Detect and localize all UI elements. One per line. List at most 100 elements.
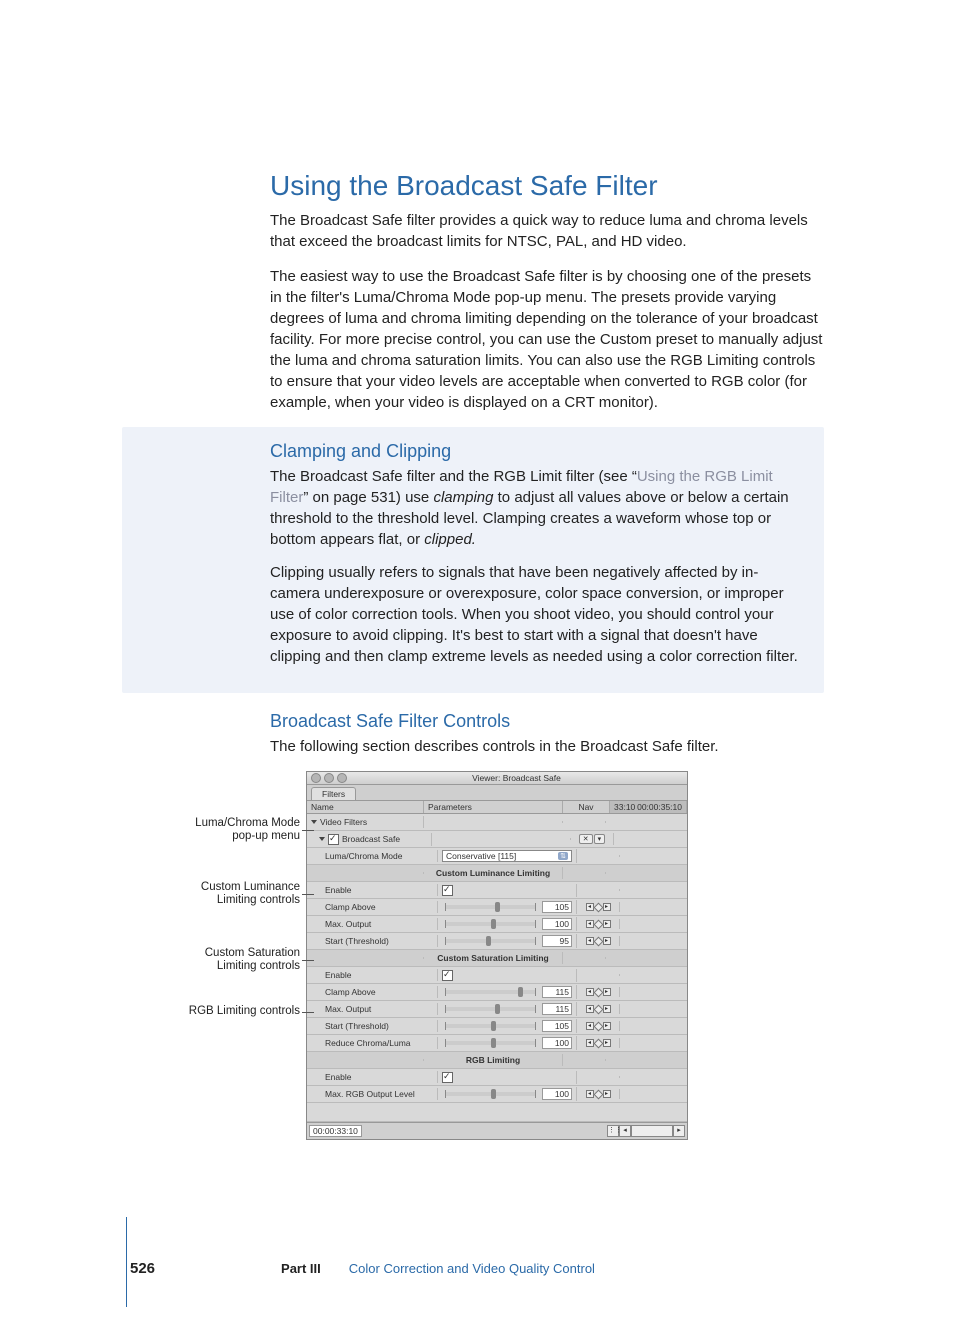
- label: Enable: [307, 884, 438, 896]
- slider[interactable]: [445, 1024, 536, 1028]
- traffic-zoom-icon[interactable]: [337, 773, 347, 783]
- heading-2: Broadcast Safe Filter Controls: [130, 711, 824, 732]
- viewer-window: Viewer: Broadcast Safe Filters Name Para…: [306, 771, 688, 1140]
- keyframe-nav[interactable]: ◂▸: [586, 903, 611, 911]
- emphasis: clipped.: [424, 531, 476, 548]
- row-broadcast-safe[interactable]: Broadcast Safe ✕▾: [307, 831, 687, 848]
- popup-arrows-icon: ⇅: [558, 852, 568, 860]
- disclosure-triangle-icon[interactable]: [311, 820, 317, 824]
- window-title: Viewer: Broadcast Safe: [350, 773, 683, 783]
- value-field[interactable]: 95: [542, 935, 572, 947]
- scrub-icon[interactable]: ⋮⋮: [607, 1125, 619, 1137]
- label: Max. RGB Output Level: [307, 1088, 438, 1100]
- section-header: Custom Luminance Limiting: [424, 867, 563, 879]
- section-header: Custom Saturation Limiting: [424, 952, 563, 964]
- value-field[interactable]: 115: [542, 986, 572, 998]
- row-sat-maxout: Max. Output 115 ◂▸: [307, 1001, 687, 1018]
- enable-checkbox[interactable]: [442, 885, 453, 896]
- keyframe-nav[interactable]: ◂▸: [586, 920, 611, 928]
- prev-icon[interactable]: ◂: [619, 1125, 631, 1137]
- slider[interactable]: [445, 990, 536, 994]
- callout-para-1: The Broadcast Safe filter and the RGB Li…: [270, 466, 808, 550]
- row-sat-enable: Enable: [307, 967, 687, 984]
- row-lum-start: Start (Threshold) 95 ◂▸: [307, 933, 687, 950]
- value-field[interactable]: 105: [542, 901, 572, 913]
- body-para-1: The Broadcast Safe filter provides a qui…: [130, 210, 824, 252]
- label: Enable: [307, 1071, 438, 1083]
- heading-1: Using the Broadcast Safe Filter: [130, 170, 824, 202]
- slider[interactable]: [445, 1007, 536, 1011]
- timecode-field[interactable]: 00:00:33:10: [309, 1125, 362, 1137]
- page-number: 526: [130, 1260, 155, 1277]
- scroll-controls[interactable]: ⋮⋮ ◂ ▸: [605, 1123, 687, 1139]
- label: Video Filters: [320, 817, 367, 827]
- keyframe-nav[interactable]: ◂▸: [586, 1039, 611, 1047]
- timeline-out: 00:00:35:10: [637, 802, 682, 812]
- row-section-luminance: Custom Luminance Limiting: [307, 865, 687, 882]
- section-header: RGB Limiting: [424, 1054, 563, 1066]
- body-para-3: The following section describes controls…: [130, 736, 824, 757]
- keyframe-nav[interactable]: ◂▸: [586, 937, 611, 945]
- reset-button[interactable]: ✕: [579, 834, 593, 844]
- row-lum-clamp: Clamp Above 105 ◂▸: [307, 899, 687, 916]
- label: Start (Threshold): [307, 935, 438, 947]
- label-custom-saturation: Custom Saturation Limiting controls: [170, 947, 300, 973]
- row-lum-maxout: Max. Output 100 ◂▸: [307, 916, 687, 933]
- hdr-timeline: 33:10 00:00:35:10: [610, 801, 687, 813]
- row-rgb-max: Max. RGB Output Level 100 ◂▸: [307, 1086, 687, 1103]
- row-sat-clamp: Clamp Above 115 ◂▸: [307, 984, 687, 1001]
- body-para-2: The easiest way to use the Broadcast Saf…: [130, 266, 824, 413]
- value-field[interactable]: 105: [542, 1020, 572, 1032]
- callout-box: Clamping and Clipping The Broadcast Safe…: [122, 427, 824, 693]
- part-title: Color Correction and Video Quality Contr…: [349, 1261, 595, 1276]
- keyframe-nav[interactable]: ◂▸: [586, 1005, 611, 1013]
- enable-checkbox[interactable]: [442, 970, 453, 981]
- scrollbar-thumb[interactable]: [631, 1125, 673, 1137]
- value-field[interactable]: 100: [542, 1037, 572, 1049]
- tabbar: Filters: [307, 785, 687, 801]
- value-field[interactable]: 100: [542, 918, 572, 930]
- callout-para-2: Clipping usually refers to signals that …: [270, 562, 808, 667]
- part-label: Part III: [281, 1261, 321, 1276]
- traffic-minimize-icon[interactable]: [324, 773, 334, 783]
- text: The Broadcast Safe filter and the RGB Li…: [270, 468, 637, 485]
- row-rgb-enable: Enable: [307, 1069, 687, 1086]
- keyframe-nav[interactable]: ◂▸: [586, 1090, 611, 1098]
- label: Clamp Above: [307, 901, 438, 913]
- timeline-in: 33:10: [614, 802, 635, 812]
- label-custom-luminance: Custom Luminance Limiting controls: [170, 881, 300, 907]
- slider[interactable]: [445, 905, 536, 909]
- keyframe-nav[interactable]: ◂▸: [586, 1022, 611, 1030]
- emphasis: clamping: [433, 489, 493, 506]
- figure-labels: Luma/Chroma Mode pop-up menu Custom Lumi…: [130, 771, 306, 1140]
- column-headers: Name Parameters Nav 33:10 00:00:35:10: [307, 801, 687, 814]
- page-footer: 526 Part III Color Correction and Video …: [130, 1260, 824, 1277]
- slider[interactable]: [445, 1092, 536, 1096]
- row-video-filters[interactable]: Video Filters: [307, 814, 687, 831]
- titlebar: Viewer: Broadcast Safe: [307, 772, 687, 785]
- slider[interactable]: [445, 1041, 536, 1045]
- keyframe-nav[interactable]: ◂▸: [586, 988, 611, 996]
- value-field[interactable]: 115: [542, 1003, 572, 1015]
- enable-checkbox[interactable]: [442, 1072, 453, 1083]
- tab-filters[interactable]: Filters: [311, 787, 356, 800]
- row-lum-enable: Enable: [307, 882, 687, 899]
- label: Reduce Chroma/Luma: [307, 1037, 438, 1049]
- row-section-saturation: Custom Saturation Limiting: [307, 950, 687, 967]
- enable-checkbox[interactable]: [328, 834, 339, 845]
- label: Start (Threshold): [307, 1020, 438, 1032]
- traffic-close-icon[interactable]: [311, 773, 321, 783]
- reset-menu-button[interactable]: ▾: [594, 834, 606, 844]
- next-icon[interactable]: ▸: [673, 1125, 685, 1137]
- disclosure-triangle-icon[interactable]: [319, 837, 325, 841]
- row-sat-start: Start (Threshold) 105 ◂▸: [307, 1018, 687, 1035]
- label: Max. Output: [307, 1003, 438, 1015]
- value-field[interactable]: 100: [542, 1088, 572, 1100]
- popup-value: Conservative [115]: [446, 851, 516, 861]
- slider[interactable]: [445, 939, 536, 943]
- text: ” on page 531) use: [303, 489, 433, 506]
- row-section-rgb: RGB Limiting: [307, 1052, 687, 1069]
- luma-chroma-mode-popup[interactable]: Conservative [115] ⇅: [442, 850, 572, 862]
- slider[interactable]: [445, 922, 536, 926]
- label: Broadcast Safe: [342, 834, 400, 844]
